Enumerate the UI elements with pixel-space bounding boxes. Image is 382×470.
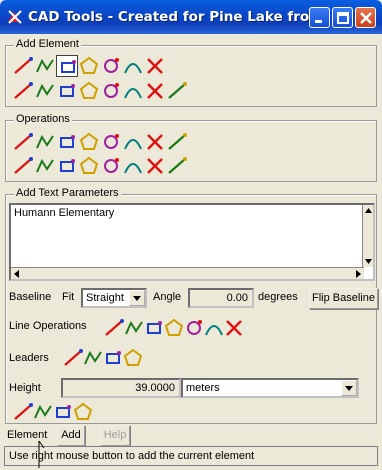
mirror-icon[interactable]	[100, 155, 122, 177]
flip-baseline-button[interactable]: Flip Baseline	[309, 288, 378, 309]
node-edit-icon[interactable]	[123, 317, 145, 339]
grid-icon[interactable]	[32, 401, 54, 423]
text-params-title: Add Text Parameters	[14, 187, 121, 199]
mouse-cursor-icon	[38, 440, 45, 468]
break-icon[interactable]	[166, 131, 188, 153]
baseline-label: Baseline	[9, 291, 52, 303]
chevron-down-icon[interactable]	[129, 290, 145, 306]
title-bar[interactable]: CAD Tools - Created for Pine Lake fro...	[0, 0, 382, 34]
route-icon[interactable]	[122, 80, 144, 102]
line-operations-label: Line Operations	[9, 320, 87, 332]
segment-icon[interactable]	[163, 317, 185, 339]
help-button[interactable]: Help	[100, 425, 130, 446]
spline-icon[interactable]	[34, 80, 56, 102]
extend-icon[interactable]	[122, 131, 144, 153]
rotate-icon[interactable]	[56, 131, 78, 153]
polyline-icon[interactable]	[34, 55, 56, 77]
app-icon	[6, 8, 24, 26]
circle-icon[interactable]	[56, 80, 78, 102]
height-unit-select[interactable]: meters	[181, 378, 359, 398]
add-leader-icon[interactable]	[62, 347, 84, 369]
smooth-icon[interactable]	[223, 317, 245, 339]
arc-icon[interactable]	[144, 55, 166, 77]
add-button[interactable]: Add	[57, 425, 85, 446]
align-icon[interactable]	[78, 155, 100, 177]
symbol-icon[interactable]	[144, 80, 166, 102]
arc-3pt-icon[interactable]	[12, 80, 34, 102]
leader-right-icon[interactable]	[102, 347, 124, 369]
style-icon[interactable]	[52, 401, 74, 423]
delete-icon[interactable]	[72, 401, 94, 423]
trim-icon[interactable]	[100, 131, 122, 153]
select-icon[interactable]	[12, 131, 34, 153]
height-input[interactable]: 39.0000	[61, 378, 181, 398]
status-bar: Use right mouse button to add the curren…	[4, 446, 378, 466]
angle-label: Angle	[153, 291, 182, 303]
fit-select[interactable]: Straight	[81, 288, 147, 308]
close-button[interactable]	[355, 7, 376, 28]
polygon-icon[interactable]	[100, 55, 122, 77]
add-element-title: Add Element	[14, 38, 81, 50]
text-input-value: Humann Elementary	[14, 207, 115, 219]
delete-icon[interactable]	[166, 155, 188, 177]
offset-icon[interactable]	[34, 155, 56, 177]
text-input-area[interactable]: Humann Elementary	[9, 203, 375, 281]
maximize-button[interactable]	[332, 7, 353, 28]
join-icon[interactable]	[144, 131, 166, 153]
rotate-text-icon[interactable]	[103, 317, 125, 339]
vertex-icon[interactable]	[143, 317, 165, 339]
scale-icon[interactable]	[78, 131, 100, 153]
leader-left-icon[interactable]	[82, 347, 104, 369]
fillet-icon[interactable]	[56, 155, 78, 177]
trim-line-icon[interactable]	[183, 317, 205, 339]
point-icon[interactable]	[122, 55, 144, 77]
edit-element-icon[interactable]	[166, 80, 188, 102]
minimize-button[interactable]	[309, 7, 330, 28]
text-icon[interactable]	[56, 55, 78, 77]
line-icon[interactable]	[12, 55, 34, 77]
fit-select-value: Straight	[86, 292, 124, 304]
text-horizontal-scrollbar[interactable]	[11, 267, 364, 279]
leaders-label: Leaders	[9, 352, 49, 364]
split-line-icon[interactable]	[203, 317, 225, 339]
height-value: 39.0000	[135, 382, 175, 394]
node-icon[interactable]	[100, 80, 122, 102]
copy-icon[interactable]	[122, 155, 144, 177]
ellipse-icon[interactable]	[78, 80, 100, 102]
pick-icon[interactable]	[12, 401, 34, 423]
fit-label: Fit	[62, 291, 75, 303]
split-icon[interactable]	[12, 155, 34, 177]
delete-leader-icon[interactable]	[122, 347, 144, 369]
cad-tools-window: CAD Tools - Created for Pine Lake fro...…	[0, 0, 382, 470]
merge-icon[interactable]	[144, 155, 166, 177]
rectangle-icon[interactable]	[78, 55, 100, 77]
move-icon[interactable]	[34, 131, 56, 153]
window-title: CAD Tools - Created for Pine Lake fro...	[28, 9, 325, 25]
angle-input[interactable]: 0.00	[188, 288, 254, 308]
angle-value: 0.00	[226, 292, 248, 304]
angle-unit-label: degrees	[258, 291, 298, 303]
height-label: Height	[9, 382, 41, 394]
text-vertical-scrollbar[interactable]	[362, 205, 373, 267]
operations-title: Operations	[14, 113, 72, 125]
height-unit-value: meters	[186, 382, 220, 394]
chevron-down-icon[interactable]	[341, 380, 357, 396]
